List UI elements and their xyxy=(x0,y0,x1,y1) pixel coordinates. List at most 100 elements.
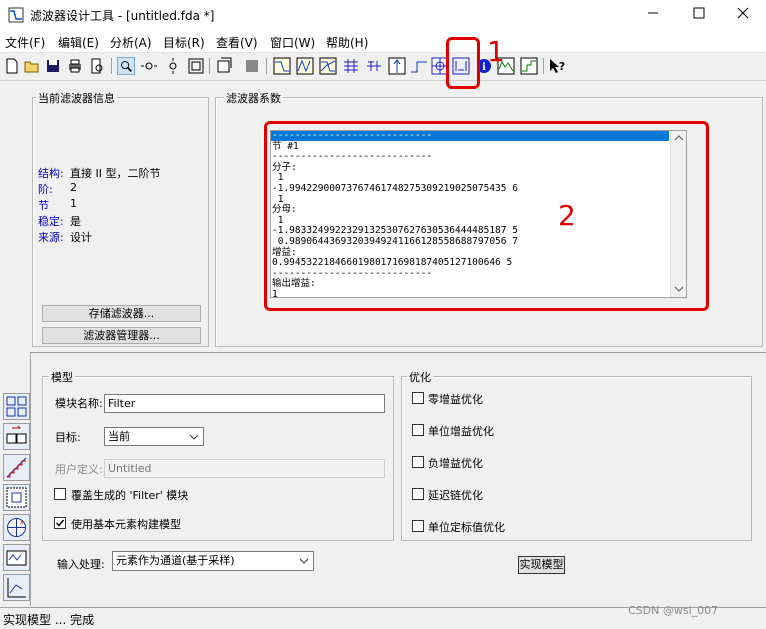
input-processing-label: 输入处理: xyxy=(57,558,105,571)
group-delay-icon[interactable] xyxy=(342,57,360,75)
minimize-icon xyxy=(648,12,658,14)
menu-help[interactable]: 帮助(H) xyxy=(326,34,368,51)
print-preview-icon[interactable] xyxy=(88,57,106,75)
side-design-filter-button[interactable] xyxy=(3,393,30,420)
negative-gain-checkbox[interactable] xyxy=(412,456,424,468)
panel-divider xyxy=(30,352,766,353)
input-processing-value: 元素作为通道(基于采样) xyxy=(116,554,235,567)
delay-chain-checkbox[interactable] xyxy=(412,488,424,500)
menu-target[interactable]: 目标(R) xyxy=(163,34,205,51)
model-legend: 模型 xyxy=(49,369,75,385)
overwrite-block-label: 覆盖生成的 'Filter' 模块 xyxy=(71,489,189,502)
filter-manager-button[interactable]: 滤波器管理器... xyxy=(42,327,201,344)
step-response-icon[interactable] xyxy=(410,57,428,75)
realize-model-icon xyxy=(6,487,27,508)
unity-gain-label: 单位增益优化 xyxy=(428,425,494,438)
user-defined-label: 用户定义: xyxy=(55,463,103,476)
import-filter-icon xyxy=(7,578,26,598)
new-window-icon[interactable] xyxy=(215,57,233,75)
menu-view[interactable]: 查看(V) xyxy=(216,34,258,51)
toolbar-separator xyxy=(543,58,544,74)
side-multirate-button[interactable] xyxy=(3,544,30,571)
menu-window[interactable]: 窗口(W) xyxy=(270,34,315,51)
store-filter-button[interactable]: 存储滤波器... xyxy=(42,305,201,322)
zoom-in-icon[interactable] xyxy=(117,57,135,75)
source-label: 来源: xyxy=(38,231,64,244)
stable-label: 稳定: xyxy=(38,215,64,228)
annotation-box-2 xyxy=(264,121,709,311)
maximize-icon xyxy=(693,7,705,19)
side-realize-model-button[interactable] xyxy=(3,484,30,511)
basic-elements-checkbox[interactable] xyxy=(54,517,66,529)
target-select[interactable]: 当前 xyxy=(104,427,204,446)
basic-elements-label: 使用基本元素构建模型 xyxy=(71,518,181,531)
unity-gain-checkbox[interactable] xyxy=(412,424,424,436)
order-label: 阶: xyxy=(38,183,53,196)
magnitude-phase-icon[interactable] xyxy=(319,57,337,75)
status-bar: 实现模型 ... 完成 CSDN @wsl_007 xyxy=(0,604,766,629)
zoom-y-icon[interactable] xyxy=(164,57,182,75)
user-defined-input: Untitled xyxy=(104,459,385,478)
menu-analysis[interactable]: 分析(A) xyxy=(110,34,152,51)
order-value: 2 xyxy=(70,181,77,194)
block-name-label: 模块名称: xyxy=(55,397,103,410)
chevron-down-icon xyxy=(189,434,199,440)
filter-coefficients-legend: 滤波器系数 xyxy=(224,90,283,106)
toolbar-separator xyxy=(111,58,112,74)
current-filter-info-legend: 当前滤波器信息 xyxy=(36,90,117,106)
whats-this-help-icon[interactable]: ? xyxy=(548,57,566,75)
phase-response-icon[interactable] xyxy=(296,57,314,75)
sections-label: 节 xyxy=(38,199,49,212)
phase-delay-icon[interactable] xyxy=(365,57,383,75)
unity-scale-checkbox[interactable] xyxy=(412,520,424,532)
title-bar: 滤波器设计工具 - [untitled.fda *] xyxy=(0,0,766,30)
svg-text:x: x xyxy=(20,519,24,526)
toolbar-separator xyxy=(209,58,210,74)
zero-gain-label: 零增益优化 xyxy=(428,393,483,406)
annotation-number-2: 2 xyxy=(558,199,576,232)
print-icon[interactable] xyxy=(66,57,84,75)
overwrite-block-checkbox[interactable] xyxy=(54,488,66,500)
target-select-value: 当前 xyxy=(108,430,130,443)
toolbar: i ? xyxy=(0,53,766,81)
menu-edit[interactable]: 编辑(E) xyxy=(58,34,99,51)
side-import-filter-button[interactable] xyxy=(3,574,30,601)
zoom-x-icon[interactable] xyxy=(140,57,158,75)
filter-app-icon xyxy=(8,7,24,23)
realize-model-button[interactable]: 实现模型 xyxy=(518,556,565,574)
side-transform-button[interactable] xyxy=(3,423,30,450)
chevron-down-icon xyxy=(299,558,309,564)
magnitude-response-icon[interactable] xyxy=(273,57,291,75)
minimize-button[interactable] xyxy=(630,0,676,30)
close-button[interactable] xyxy=(720,0,766,30)
svg-text:?: ? xyxy=(559,60,565,73)
open-folder-icon[interactable] xyxy=(23,57,41,75)
optimization-legend: 优化 xyxy=(407,369,433,385)
pole-zero-editor-icon: x xyxy=(7,518,26,537)
new-file-icon[interactable] xyxy=(3,57,21,75)
annotation-number-1: 1 xyxy=(487,35,505,68)
side-quantize-button[interactable] xyxy=(3,454,30,481)
round-off-noise-icon[interactable] xyxy=(520,57,538,75)
source-value: 设计 xyxy=(70,231,92,244)
zero-gain-checkbox[interactable] xyxy=(412,392,424,404)
structure-label: 结构: xyxy=(38,167,64,180)
panel-divider-vertical xyxy=(30,352,31,606)
block-name-input[interactable]: Filter xyxy=(104,394,385,413)
svg-text:i: i xyxy=(482,62,486,73)
checkmark-icon xyxy=(55,519,65,527)
multirate-icon xyxy=(6,550,27,566)
transform-icon xyxy=(6,425,27,444)
quantize-icon xyxy=(6,457,27,478)
menu-file[interactable]: 文件(F) xyxy=(5,34,45,51)
save-icon[interactable] xyxy=(44,57,62,75)
window-title: 滤波器设计工具 - [untitled.fda *] xyxy=(30,9,215,23)
target-label: 目标: xyxy=(55,431,81,444)
side-pole-zero-editor-button[interactable]: x xyxy=(3,514,30,541)
input-processing-select[interactable]: 元素作为通道(基于采样) xyxy=(112,551,314,571)
watermark-text: CSDN @wsl_007 xyxy=(628,604,719,617)
full-view-icon[interactable] xyxy=(187,57,205,75)
status-text: 实现模型 ... 完成 xyxy=(3,613,95,627)
maximize-button[interactable] xyxy=(676,0,722,30)
impulse-response-icon[interactable] xyxy=(388,57,406,75)
